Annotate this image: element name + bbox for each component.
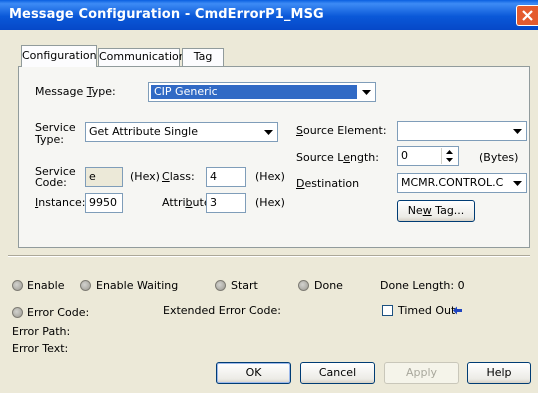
dropdown-button[interactable] (359, 84, 374, 100)
attribute-value: 3 (210, 196, 217, 209)
done-length-label: Done Length: 0 (380, 279, 465, 292)
error-code-label: Error Code: (27, 306, 90, 319)
title-bar[interactable]: Message Configuration - CmdErrorP1_MSG (0, 0, 538, 30)
chevron-down-icon (513, 181, 522, 186)
ok-button[interactable]: OK (216, 362, 291, 384)
tab-tag[interactable]: Tag (182, 48, 224, 66)
source-element-label: Source Element: (296, 124, 387, 137)
new-tag-button[interactable]: New Tag... (397, 200, 475, 222)
arrow-left-icon (453, 306, 462, 315)
service-type-label-2: Type: (35, 133, 64, 146)
attribute-hex: (Hex) (255, 196, 285, 209)
bytes-label: (Bytes) (479, 151, 519, 164)
instance-label: Instance: (35, 196, 86, 209)
destination-label: Destination (296, 177, 360, 190)
class-hex: (Hex) (255, 170, 285, 183)
error-text-label: Error Text: (12, 342, 69, 355)
service-code-field[interactable]: e (85, 167, 123, 187)
start-label: Start (231, 279, 258, 292)
divider (8, 255, 530, 257)
enable-waiting-label: Enable Waiting (96, 279, 179, 292)
done-indicator (298, 280, 309, 291)
destination-select[interactable]: MCMR.CONTROL.C (397, 173, 527, 193)
extended-error-code-label: Extended Error Code: (163, 304, 281, 317)
class-value: 4 (210, 170, 217, 183)
class-label: Class: (162, 170, 195, 183)
chevron-down-icon (362, 90, 371, 95)
spin-down-icon[interactable] (446, 158, 453, 162)
close-button[interactable] (516, 5, 538, 26)
dropdown-button[interactable] (510, 175, 525, 191)
dropdown-button[interactable] (261, 124, 276, 140)
class-field[interactable]: 4 (206, 167, 246, 187)
enable-indicator (12, 280, 23, 291)
service-type-select[interactable]: Get Attribute Single (85, 122, 278, 142)
tab-configuration[interactable]: Configuration (21, 45, 97, 67)
destination-value: MCMR.CONTROL.C (401, 176, 504, 189)
enable-waiting-indicator (80, 280, 91, 291)
source-length-label: Source Length: (296, 151, 379, 164)
done-label: Done (314, 279, 343, 292)
message-type-select[interactable]: CIP Generic (148, 82, 376, 102)
message-type-label: Message Type: (35, 85, 116, 98)
help-button[interactable]: Help (467, 362, 531, 384)
enable-label: Enable (27, 279, 65, 292)
service-code-label-2: Code: (35, 176, 67, 189)
source-length-field[interactable]: 0 (397, 146, 459, 166)
cancel-button[interactable]: Cancel (300, 362, 375, 384)
instance-field[interactable]: 9950 (85, 193, 123, 213)
source-length-value: 0 (401, 149, 408, 162)
close-icon (522, 10, 533, 21)
tab-communication[interactable]: Communication (98, 48, 186, 66)
spin-buttons[interactable] (441, 148, 457, 164)
chevron-down-icon (513, 129, 522, 134)
window-title: Message Configuration - CmdErrorP1_MSG (9, 7, 324, 22)
timed-out-checkbox[interactable] (382, 305, 393, 316)
service-code-value: e (89, 170, 96, 183)
error-path-label: Error Path: (12, 325, 71, 338)
message-type-value: CIP Generic (154, 85, 218, 98)
message-configuration-dialog: Message Configuration - CmdErrorP1_MSG C… (0, 0, 538, 393)
service-type-value: Get Attribute Single (89, 125, 198, 138)
error-code-indicator (12, 307, 23, 318)
chevron-down-icon (264, 130, 273, 135)
timed-out-label: Timed Out (398, 304, 456, 317)
apply-button[interactable]: Apply (384, 362, 459, 384)
tab-label: Tag (193, 50, 213, 63)
tab-label: Communication (99, 50, 186, 63)
instance-value: 9950 (89, 196, 117, 209)
start-indicator (215, 280, 226, 291)
dropdown-button[interactable] (510, 123, 525, 139)
source-element-select[interactable] (397, 121, 527, 141)
spin-up-icon[interactable] (446, 150, 453, 154)
attribute-field[interactable]: 3 (206, 193, 246, 213)
tab-label: Configuration (22, 49, 97, 62)
service-code-hex: (Hex) (130, 170, 160, 183)
